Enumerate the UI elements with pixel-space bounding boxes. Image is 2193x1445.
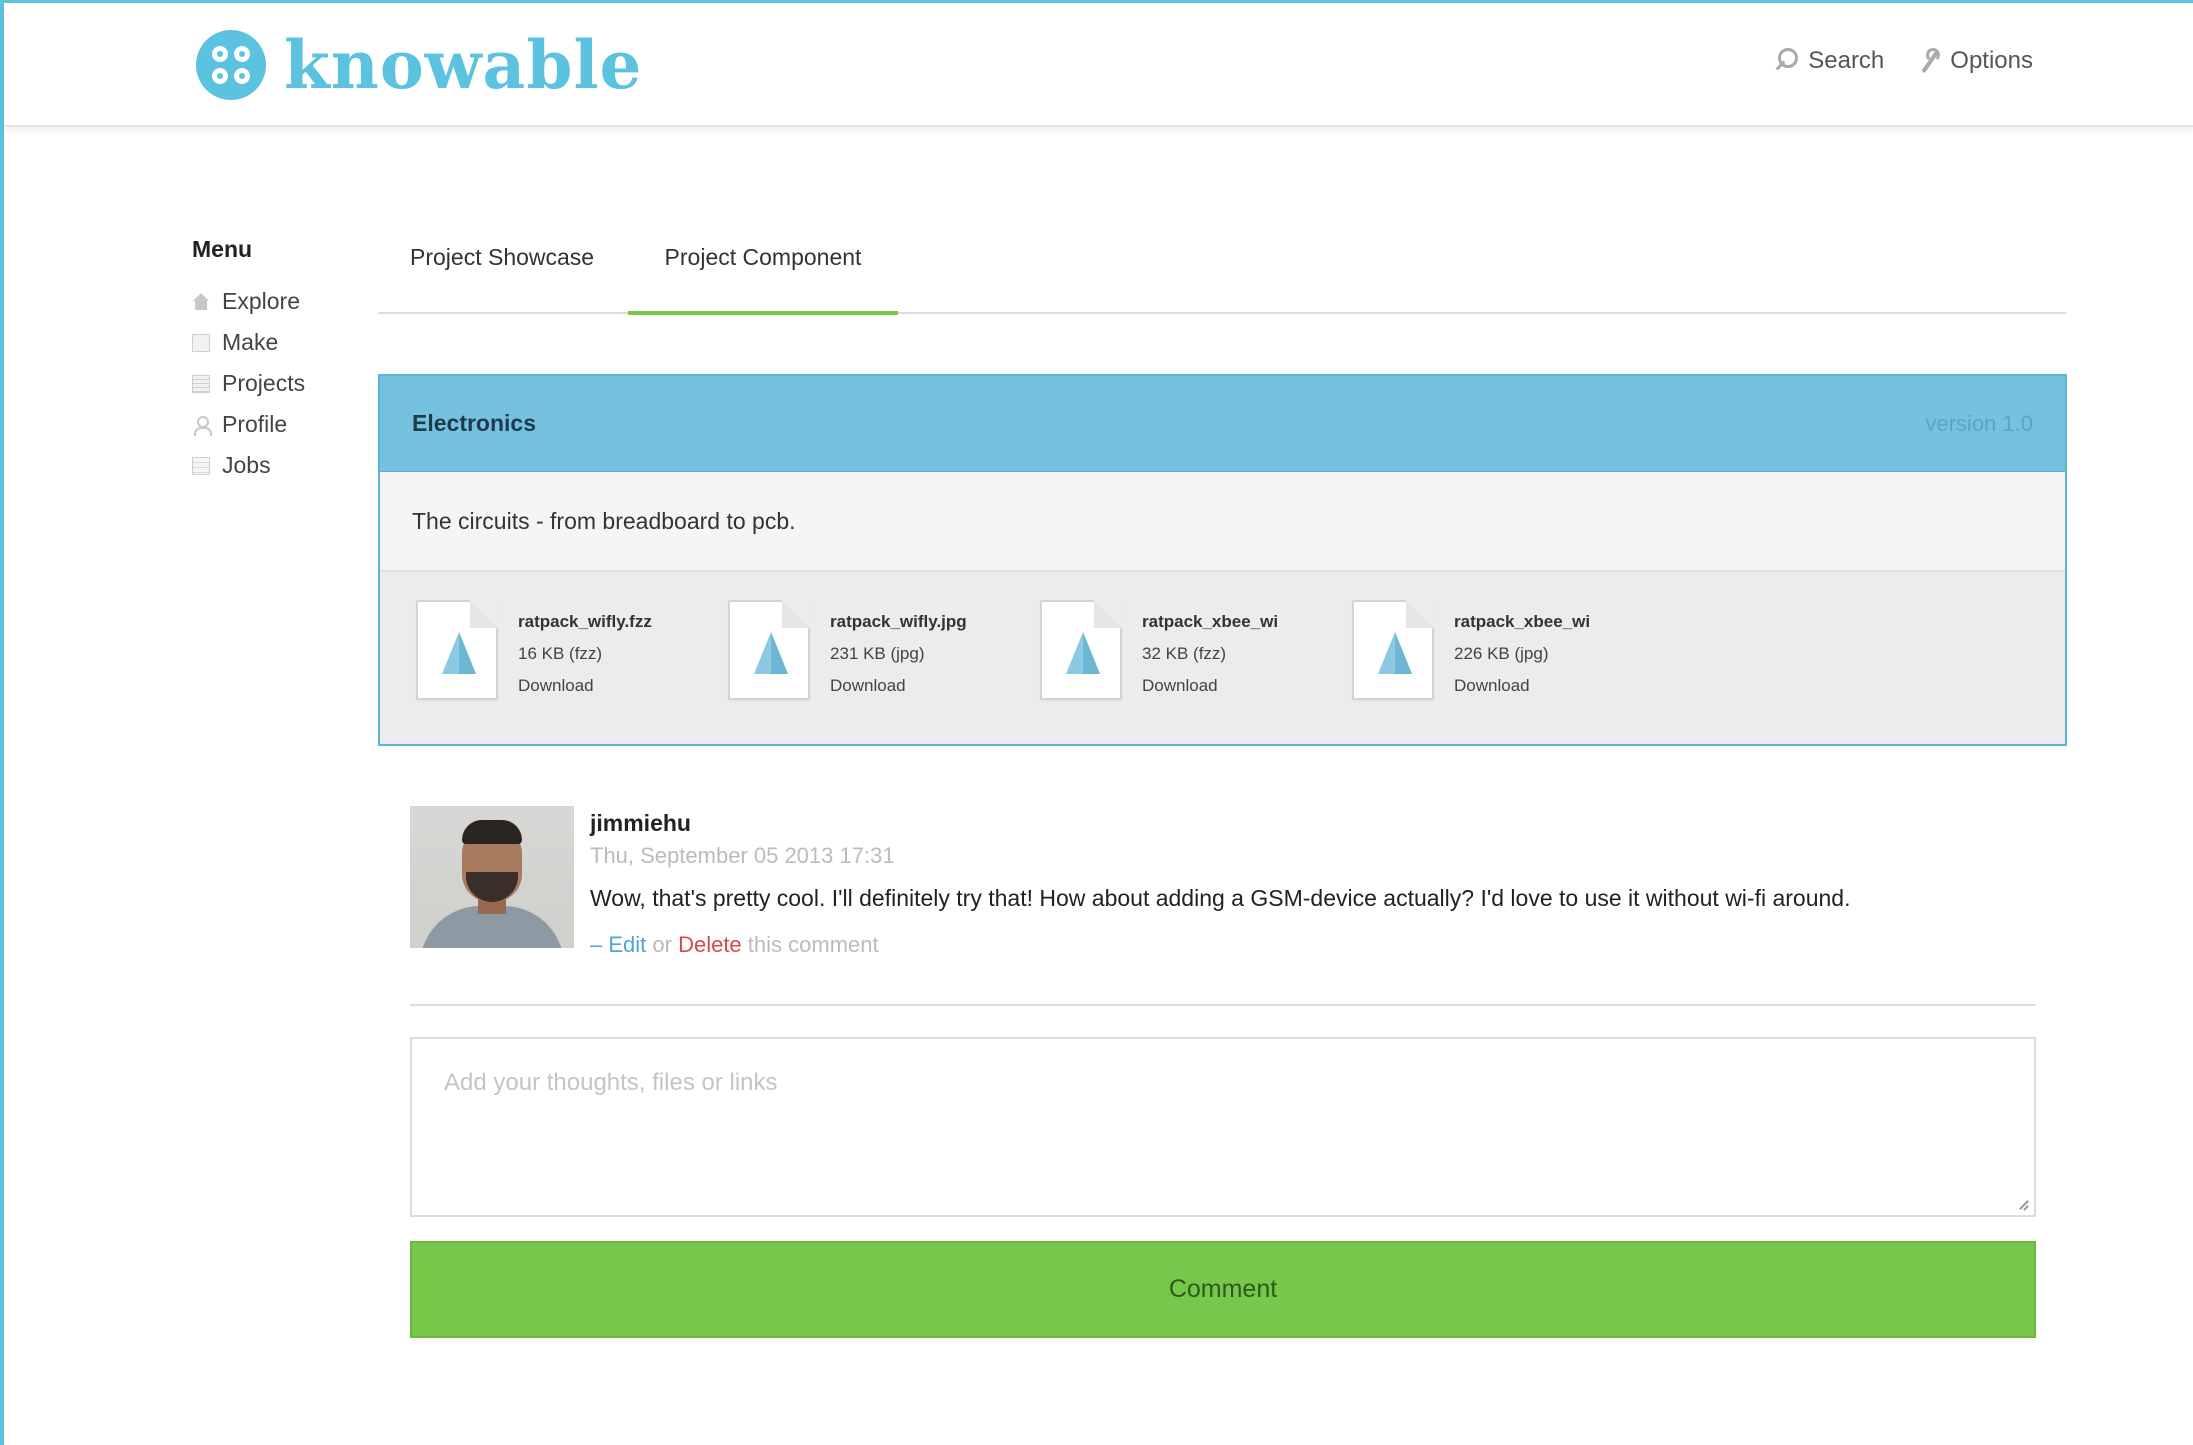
comment-date: Thu, September 05 2013 17:31 bbox=[590, 843, 895, 868]
download-link[interactable]: Download bbox=[1142, 670, 1302, 702]
file-item: ratpack_wifly.fzz 16 KB (fzz) Download bbox=[416, 600, 728, 702]
edit-comment-link[interactable]: Edit bbox=[608, 932, 646, 957]
download-link[interactable]: Download bbox=[830, 670, 990, 702]
comment-input[interactable] bbox=[410, 1037, 2036, 1217]
brand-name: knowable bbox=[284, 26, 643, 104]
sidebar-item-label: Explore bbox=[222, 288, 300, 314]
comment-text: Wow, that's pretty cool. I'll definitely… bbox=[590, 885, 1851, 911]
project-tabs: Project Showcase Project Component bbox=[378, 236, 2066, 315]
active-tab-indicator bbox=[628, 311, 898, 315]
component-header: Electronics version 1.0 bbox=[380, 376, 2065, 472]
comment-or: or bbox=[646, 932, 679, 957]
component-version: version 1.0 bbox=[1925, 410, 2033, 436]
sidebar-item-label: Profile bbox=[222, 411, 288, 437]
file-size: 231 KB (jpg) bbox=[830, 644, 925, 663]
component-title: Electronics bbox=[412, 410, 536, 436]
file-icon[interactable] bbox=[728, 600, 810, 700]
brand-logo[interactable]: knowable bbox=[196, 23, 643, 107]
comment-item: jimmiehu Thu, September 05 2013 17:31 Wo… bbox=[410, 806, 2036, 1006]
knot-logo-icon bbox=[196, 30, 266, 100]
file-icon[interactable] bbox=[416, 600, 498, 700]
sidebar-item-make[interactable]: Make bbox=[192, 322, 352, 363]
sidebar-item-profile[interactable]: Profile bbox=[192, 404, 352, 445]
comment-suffix: this comment bbox=[741, 932, 879, 957]
top-nav: Search Options bbox=[1776, 47, 2033, 75]
file-name: ratpack_wifly.jpg bbox=[830, 612, 967, 631]
document-icon bbox=[192, 456, 210, 475]
home-icon bbox=[192, 292, 210, 311]
sidebar-item-label: Make bbox=[222, 329, 279, 355]
comment-author[interactable]: jimmiehu bbox=[590, 810, 1850, 837]
sidebar-item-jobs[interactable]: Jobs bbox=[192, 445, 352, 486]
file-name: ratpack_xbee_wi bbox=[1142, 612, 1279, 631]
file-icon[interactable] bbox=[1352, 600, 1434, 700]
top-header: knowable Search Options bbox=[4, 3, 2193, 127]
delete-comment-link[interactable]: Delete bbox=[678, 932, 742, 957]
wrench-icon bbox=[1920, 48, 1941, 74]
component-panel: Electronics version 1.0 The circuits - f… bbox=[378, 374, 2067, 746]
component-description: The circuits - from breadboard to pcb. bbox=[380, 472, 2065, 572]
sidebar-item-projects[interactable]: Projects bbox=[192, 363, 352, 404]
file-item: ratpack_xbee_wi 32 KB (fzz) Download bbox=[1040, 600, 1352, 702]
sidebar-item-label: Projects bbox=[222, 370, 306, 396]
avatar[interactable] bbox=[410, 806, 574, 948]
menu-title: Menu bbox=[192, 236, 253, 262]
list-icon bbox=[192, 374, 210, 393]
file-size: 32 KB (fzz) bbox=[1142, 644, 1227, 663]
sidebar-item-label: Jobs bbox=[222, 452, 271, 478]
search-link[interactable]: Search bbox=[1776, 47, 1884, 75]
file-list: ratpack_wifly.fzz 16 KB (fzz) Download r… bbox=[380, 572, 2065, 702]
options-label: Options bbox=[1950, 47, 2033, 74]
sidebar-menu: Menu Explore Make Projects Profile Jobs bbox=[192, 236, 352, 486]
square-icon bbox=[192, 333, 210, 352]
search-icon bbox=[1776, 48, 1799, 74]
file-name: ratpack_wifly.fzz bbox=[518, 612, 652, 631]
download-link[interactable]: Download bbox=[518, 670, 678, 702]
comment-actions: – Edit or Delete this comment bbox=[590, 932, 1850, 958]
file-icon[interactable] bbox=[1040, 600, 1122, 700]
tab-project-showcase[interactable]: Project Showcase bbox=[410, 244, 594, 314]
file-size: 16 KB (fzz) bbox=[518, 644, 603, 663]
download-link[interactable]: Download bbox=[1454, 670, 1614, 702]
sidebar-item-explore[interactable]: Explore bbox=[192, 281, 352, 322]
comment-prefix: – bbox=[590, 932, 609, 957]
search-label: Search bbox=[1808, 47, 1885, 74]
user-icon bbox=[192, 415, 212, 436]
file-item: ratpack_xbee_wi 226 KB (jpg) Download bbox=[1352, 600, 1664, 702]
file-item: ratpack_wifly.jpg 231 KB (jpg) Download bbox=[728, 600, 1040, 702]
comment-submit-button[interactable]: Comment bbox=[410, 1241, 2036, 1338]
options-link[interactable]: Options bbox=[1920, 47, 2033, 75]
file-size: 226 KB (jpg) bbox=[1454, 644, 1549, 663]
tab-project-component[interactable]: Project Component bbox=[628, 244, 898, 314]
file-name: ratpack_xbee_wi bbox=[1454, 612, 1591, 631]
